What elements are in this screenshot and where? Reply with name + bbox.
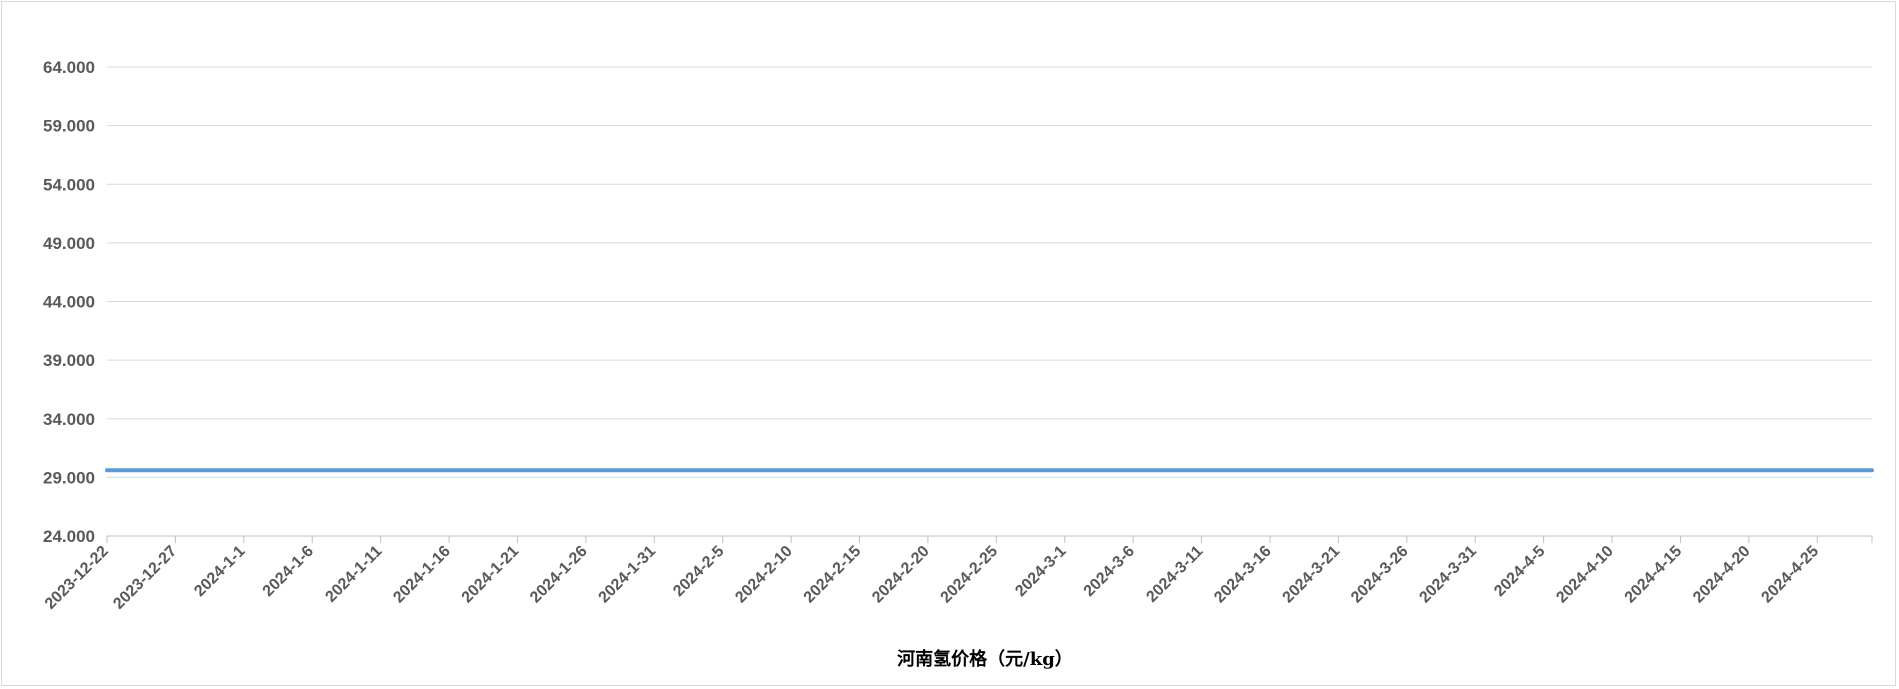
x-tick-label: 2024-2-5	[670, 543, 727, 600]
x-tick-label: 2024-4-10	[1553, 543, 1617, 607]
x-tick-label: 2024-1-1	[191, 543, 248, 600]
x-tick-label: 2024-1-6	[260, 543, 317, 600]
y-tick-label: 49.000	[43, 234, 95, 253]
x-tick-label: 2024-4-25	[1758, 543, 1822, 607]
x-tick-label: 2024-3-1	[1012, 543, 1069, 600]
x-tick-label: 2024-3-31	[1416, 543, 1480, 607]
x-tick-label: 2024-1-26	[527, 543, 591, 607]
x-tick-label: 2024-3-21	[1280, 543, 1344, 607]
y-tick-label: 64.000	[43, 58, 95, 77]
chart-frame: 24.000 29.000 34.000 39.000 44.000 49.000 54.0…	[1, 1, 1896, 686]
x-tick-label: 2024-2-15	[801, 543, 865, 607]
x-tick-label: 2024-3-11	[1143, 543, 1206, 606]
x-axis-title: 河南氢价格（元/kg）	[897, 648, 1073, 670]
y-tick-label: 54.000	[43, 175, 95, 194]
gridlines	[107, 66, 1872, 478]
x-tick-label: 2024-1-31	[596, 543, 660, 607]
y-axis: 24.000 29.000 34.000 39.000 44.000 49.000 54.0…	[43, 58, 95, 546]
y-tick-label: 29.000	[43, 468, 95, 487]
y-tick-label: 24.000	[43, 527, 95, 546]
y-tick-label: 59.000	[43, 117, 95, 136]
y-tick-label: 34.000	[43, 410, 95, 429]
x-tick-label: 2024-2-20	[869, 543, 933, 607]
x-tick-label: 2023-12-27	[110, 543, 180, 613]
x-tick-label: 2024-3-16	[1211, 543, 1275, 607]
x-tick-label: 2023-12-22	[42, 543, 112, 613]
x-tick-label: 2024-1-16	[390, 543, 454, 607]
y-tick-label: 39.000	[43, 351, 95, 370]
x-tick-label: 2024-3-6	[1081, 543, 1138, 600]
x-axis: 2023-12-222023-12-27 2024-1-1 2024-1-6 2024…	[42, 535, 1873, 613]
x-tick-label: 2024-4-20	[1690, 543, 1754, 607]
x-tick-label: 2024-3-26	[1348, 543, 1412, 607]
y-tick-label: 44.000	[43, 293, 95, 312]
x-tick-label: 2024-1-11	[322, 543, 385, 606]
x-tick-label: 2024-4-15	[1622, 543, 1686, 607]
x-tick-label: 2024-1-21	[459, 543, 523, 607]
x-tick-label: 2024-2-10	[732, 543, 796, 607]
line-chart: 24.000 29.000 34.000 39.000 44.000 49.000 54.0…	[42, 58, 1874, 670]
x-tick-label: 2024-4-5	[1491, 543, 1548, 600]
x-tick-label: 2024-2-25	[938, 543, 1002, 607]
